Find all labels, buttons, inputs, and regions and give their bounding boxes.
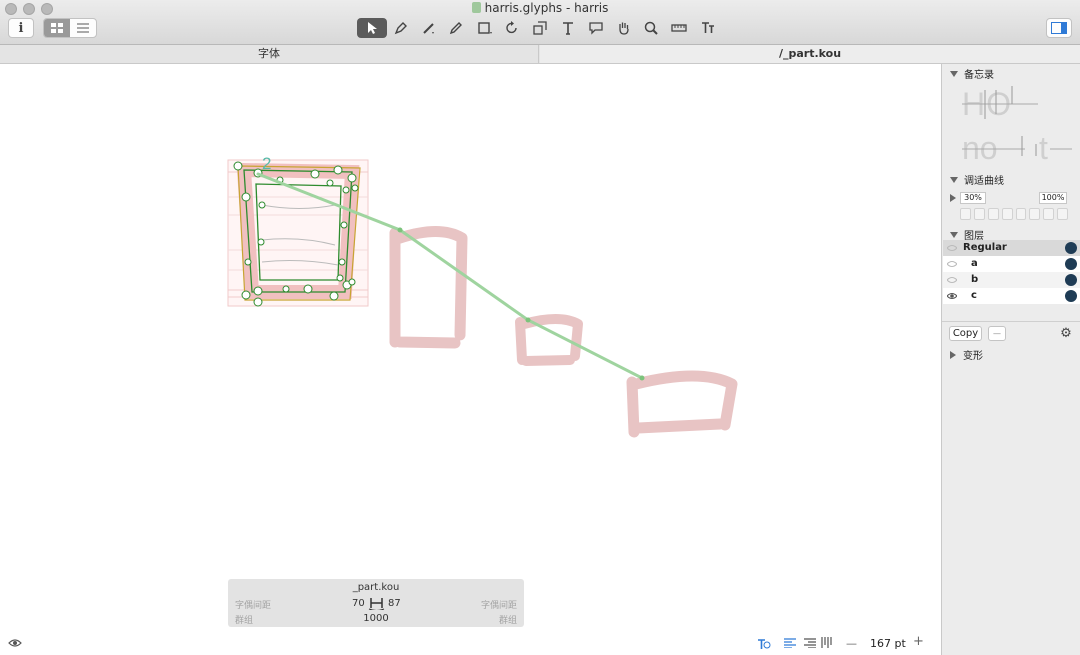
- memo-guides: [962, 86, 1072, 156]
- disclosure-triangle-icon: [950, 71, 958, 77]
- disclosure-right-icon: [950, 351, 956, 359]
- layer-row-c[interactable]: c: [943, 288, 1080, 304]
- pencil-tool-button[interactable]: [443, 18, 469, 38]
- zoom-tool-button[interactable]: [638, 18, 664, 38]
- select-tool-button[interactable]: [357, 18, 387, 38]
- rectangle-tool-button[interactable]: [472, 18, 498, 38]
- document-tabs: 字体 /_part.kou: [0, 45, 1080, 64]
- eye-hidden-icon[interactable]: [947, 259, 957, 269]
- list-icon: [77, 23, 89, 33]
- pen-tool-button[interactable]: [388, 18, 414, 38]
- align-right-button[interactable]: [804, 638, 816, 651]
- kerning-left-label: 字偶间距: [235, 601, 272, 611]
- edit-canvas[interactable]: 2: [0, 64, 941, 655]
- zoom-level[interactable]: 167 pt: [870, 637, 906, 650]
- remove-layer-button[interactable]: —: [988, 326, 1006, 341]
- layer-settings-button[interactable]: ⚙: [1058, 326, 1074, 341]
- window-titlebar: harris.glyphs - harris i: [0, 0, 1080, 45]
- curves-expand-icon[interactable]: [950, 194, 956, 202]
- curve-presets[interactable]: [960, 208, 1068, 220]
- glyph-marker-label: 2: [262, 154, 271, 173]
- window-title: harris.glyphs - harris: [0, 1, 1080, 15]
- glyph-name-label: _part.kou: [352, 582, 400, 593]
- tab-glyph[interactable]: /_part.kou: [540, 45, 1080, 63]
- right-sidebar: 备忘录 HO no t 调适曲线 30% 100% 图层 Regular a b…: [941, 64, 1080, 655]
- layer-color-dot[interactable]: [1065, 290, 1077, 302]
- rotate-icon: [506, 21, 517, 34]
- annotation-icon: [589, 22, 603, 35]
- text-tool-icon: [563, 22, 573, 35]
- curve-min-field[interactable]: 30%: [960, 192, 986, 204]
- metrics-link-icon[interactable]: [368, 596, 385, 611]
- zoom-out-button[interactable]: —: [846, 637, 857, 650]
- eye-hidden-icon[interactable]: [947, 243, 957, 253]
- list-view-button[interactable]: [70, 19, 96, 37]
- grid-icon: [51, 23, 63, 33]
- copy-layer-button[interactable]: Copy: [949, 326, 982, 341]
- info-button[interactable]: i: [8, 18, 34, 38]
- preview-eye-button[interactable]: [8, 638, 22, 648]
- hand-tool-button[interactable]: [611, 18, 637, 38]
- vertical-text-icon: [821, 637, 832, 648]
- disclosure-triangle-icon: [950, 232, 958, 238]
- layer-color-dot[interactable]: [1065, 274, 1077, 286]
- document-icon: [471, 2, 481, 13]
- gear-icon: ⚙: [1060, 326, 1072, 341]
- align-right-icon: [804, 638, 816, 649]
- rsb-field[interactable]: 87: [388, 598, 401, 609]
- kerning-right-label: 字偶间距: [480, 601, 517, 611]
- hand-icon: [619, 22, 629, 35]
- draw-tool-button[interactable]: [416, 18, 442, 38]
- vertical-writing-button[interactable]: [821, 637, 833, 651]
- glyph-outline[interactable]: [227, 159, 369, 307]
- eye-icon: [8, 639, 22, 647]
- transform-section-header[interactable]: 变形: [950, 347, 983, 362]
- scale-tool-button[interactable]: [527, 18, 553, 38]
- text-tool-shortcut-button[interactable]: [757, 637, 771, 651]
- eye-icon[interactable]: [947, 291, 957, 301]
- layer-row-b[interactable]: b: [943, 272, 1080, 288]
- zoom-icon: [644, 21, 658, 35]
- tab-font[interactable]: 字体: [0, 45, 539, 63]
- layer-row-regular[interactable]: Regular: [943, 240, 1080, 256]
- text-insert-icon: [758, 639, 771, 649]
- layer-row-a[interactable]: a: [943, 256, 1080, 272]
- glyph-canvas[interactable]: 2: [0, 64, 941, 655]
- sidebar-icon: [1051, 22, 1067, 34]
- pen-tool-icon: [394, 22, 407, 35]
- component-text-button[interactable]: [695, 18, 721, 38]
- grid-view-button[interactable]: [44, 19, 70, 37]
- rectangle-tool-icon: [478, 22, 492, 34]
- info-icon: i: [18, 20, 24, 36]
- measure-tool-button[interactable]: [666, 18, 692, 38]
- curve-max-field[interactable]: 100%: [1039, 192, 1067, 204]
- draw-tool-icon: [423, 23, 434, 34]
- glyph-info-panel: _part.kou 字偶间距 字偶间距 70 87 群组 群组 1000: [228, 579, 524, 627]
- view-mode-segmented[interactable]: [43, 18, 97, 38]
- curves-section-header[interactable]: 调适曲线: [950, 172, 1004, 187]
- text-tool-button[interactable]: [555, 18, 581, 38]
- align-left-icon: [784, 638, 796, 649]
- memo-section-header[interactable]: 备忘录: [950, 66, 994, 81]
- width-field[interactable]: 1000: [228, 613, 524, 624]
- scale-icon: [533, 21, 547, 35]
- measure-icon: [671, 24, 687, 32]
- lsb-field[interactable]: 70: [352, 598, 365, 609]
- ghost-glyph-3: [626, 370, 738, 438]
- eye-hidden-icon[interactable]: [947, 275, 957, 285]
- layer-color-dot[interactable]: [1065, 258, 1077, 270]
- zoom-in-button[interactable]: +: [913, 634, 924, 649]
- annotation-tool-button[interactable]: [583, 18, 609, 38]
- pencil-icon: [449, 22, 462, 35]
- disclosure-triangle-icon: [950, 177, 958, 183]
- component-text-icon: [702, 22, 714, 33]
- sidebar-toggle-button[interactable]: [1046, 18, 1072, 38]
- rotate-tool-button[interactable]: [499, 18, 525, 38]
- select-tool-icon: [368, 22, 377, 34]
- align-left-button[interactable]: [784, 638, 796, 651]
- layer-color-dot[interactable]: [1065, 242, 1077, 254]
